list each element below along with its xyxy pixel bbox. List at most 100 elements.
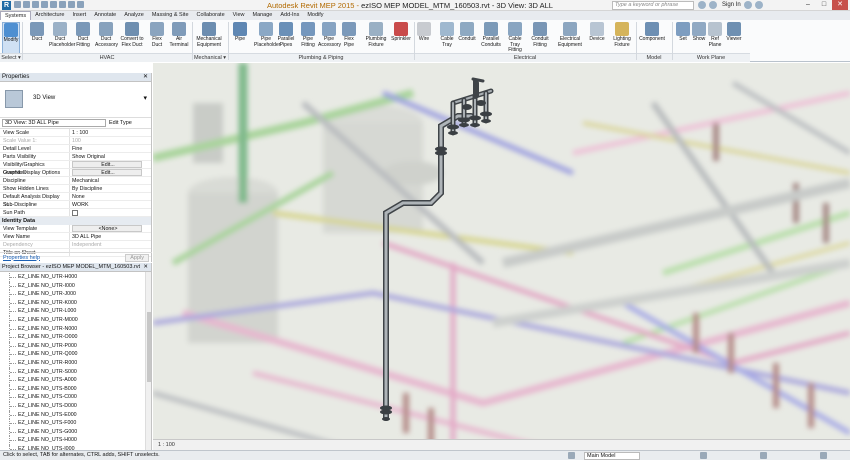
minimize-icon[interactable]: – <box>800 0 816 10</box>
duct-placeholder-button[interactable]: Duct Placeholder <box>49 22 75 48</box>
view-filter-dropdown[interactable]: 3D View: 3D ALL Pipe <box>2 119 106 127</box>
browser-tree-item[interactable]: EZ_LINE NO_UTR-N000 <box>0 324 145 334</box>
flex-pipe-button[interactable]: Flex Pipe <box>340 22 358 48</box>
property-value[interactable]: 3D ALL Pipe <box>70 233 140 240</box>
tab-manage[interactable]: Manage <box>248 11 276 20</box>
panel-label-electrical[interactable]: Electrical <box>414 53 636 62</box>
browser-tree-item[interactable]: EZ_LINE NO_UTS-G000 <box>0 427 145 437</box>
editing-request-icon[interactable] <box>700 452 707 459</box>
property-value[interactable]: Independent <box>70 241 140 248</box>
property-row[interactable]: Graphic Display Options Edit... <box>0 169 151 177</box>
tab-systems[interactable]: Systems <box>0 11 32 20</box>
browser-tree-item[interactable]: EZ_LINE NO_UTR-I000 <box>0 281 145 291</box>
panel-label-work-plane[interactable]: Work Plane <box>672 53 750 62</box>
exchange-icon[interactable] <box>743 1 752 9</box>
browser-tree-item[interactable]: EZ_LINE NO_UTR-H000 <box>0 273 145 282</box>
type-selector[interactable]: 3D View ▾ <box>0 82 151 118</box>
view-scale-label[interactable]: 1 : 100 <box>158 442 175 448</box>
pipe-fitting-button[interactable]: Pipe Fitting <box>297 22 319 48</box>
property-row[interactable]: Detail Level Fine <box>0 145 151 153</box>
apply-button[interactable]: Apply <box>125 253 149 262</box>
help-icon[interactable] <box>754 1 763 9</box>
identity-data-section[interactable]: Identity Data <box>0 217 151 225</box>
3d-viewport[interactable] <box>153 63 850 450</box>
pipe-button[interactable]: Pipe <box>230 22 250 43</box>
save-icon[interactable] <box>23 1 30 8</box>
tab-collaborate[interactable]: Collaborate <box>193 11 229 20</box>
browser-tree-item[interactable]: EZ_LINE NO_UTR-S000 <box>0 367 145 377</box>
panel-label-select[interactable]: Select ▾ <box>0 53 22 62</box>
browser-tree-item[interactable]: EZ_LINE NO_UTR-O000 <box>0 333 145 342</box>
scrollbar-thumb[interactable] <box>147 312 151 382</box>
property-row[interactable]: Discipline Mechanical <box>0 177 151 185</box>
3d-view-icon[interactable] <box>77 1 84 8</box>
tab-modify[interactable]: Modify <box>303 11 327 20</box>
conduit-button[interactable]: Conduit <box>457 22 477 43</box>
property-row[interactable]: Sun Path <box>0 209 151 217</box>
duct-button[interactable]: Duct <box>27 22 47 43</box>
property-row[interactable]: View Name 3D ALL Pipe <box>0 233 151 241</box>
pipe-accessory-button[interactable]: Pipe Accessory <box>318 22 341 48</box>
browser-tree-item[interactable]: EZ_LINE NO_UTR-L000 <box>0 307 145 316</box>
property-row[interactable]: View Template <None> <box>0 225 151 233</box>
property-row[interactable]: View Scale 1 : 100 <box>0 129 151 137</box>
panel-label-hvac[interactable]: HVAC <box>22 53 192 62</box>
edit-type-button[interactable]: Edit Type <box>109 120 132 126</box>
electrical-equipment-button[interactable]: Electrical Equipment <box>556 22 584 48</box>
browser-tree-item[interactable]: EZ_LINE NO_UTS-A000 <box>0 376 145 385</box>
sun-path-checkbox[interactable] <box>72 210 78 216</box>
plumbing-fixture-button[interactable]: Plumbing Fixture <box>364 22 388 48</box>
browser-tree-item[interactable]: EZ_LINE NO_UTS-H000 <box>0 436 145 445</box>
tab-massing-site[interactable]: Massing & Site <box>148 11 193 20</box>
panel-label-model[interactable]: Model <box>636 53 672 62</box>
ref-plane-button[interactable]: Ref Plane <box>707 22 723 48</box>
pipe-model-canvas[interactable] <box>153 63 850 450</box>
property-value[interactable]: WORK <box>70 201 140 208</box>
user-icon[interactable] <box>709 1 717 9</box>
browser-tree-item[interactable]: EZ_LINE NO_UTR-Q000 <box>0 350 145 359</box>
search-icon[interactable] <box>698 1 706 9</box>
redo-icon[interactable] <box>41 1 48 8</box>
text-icon[interactable] <box>68 1 75 8</box>
model-dropdown[interactable]: Main Model <box>584 452 640 460</box>
browser-tree-item[interactable]: EZ_LINE NO_UTR-K000 <box>0 298 145 308</box>
property-value[interactable]: 100 <box>70 137 140 144</box>
sprinkler-button[interactable]: Sprinkler <box>389 22 413 43</box>
property-value[interactable]: Mechanical <box>70 177 140 184</box>
pipe-placeholder-button[interactable]: Pipe Placeholder <box>254 22 280 48</box>
cable-tray-fitting-button[interactable]: Cable Tray Fitting <box>503 22 527 54</box>
property-value[interactable]: Fine <box>70 145 140 152</box>
lighting-fixture-button[interactable]: Lighting Fixture <box>610 22 634 48</box>
parallel-pipes-button[interactable]: Parallel Pipes <box>276 22 296 48</box>
close-icon[interactable]: ✕ <box>832 0 848 10</box>
measure-icon[interactable] <box>59 1 66 8</box>
flex-duct-button[interactable]: Flex Duct <box>149 22 165 48</box>
property-row[interactable]: Visibility/Graphics Overrides Edit... <box>0 161 151 176</box>
browser-scrollbar[interactable] <box>145 272 151 450</box>
conduit-fitting-button[interactable]: Conduit Fitting <box>528 22 552 48</box>
browser-tree-item[interactable]: EZ_LINE NO_UTS-E000 <box>0 410 145 420</box>
print-icon[interactable] <box>50 1 57 8</box>
worksets-icon[interactable] <box>568 452 575 459</box>
panel-label-plumbing-piping[interactable]: Plumbing & Piping <box>228 53 414 62</box>
maximize-icon[interactable]: □ <box>816 0 832 10</box>
wire-button[interactable]: Wire <box>416 22 432 43</box>
parallel-conduits-button[interactable]: Parallel Conduits <box>479 22 503 48</box>
sign-in-link[interactable]: Sign In <box>722 2 741 8</box>
tab-view[interactable]: View <box>229 11 249 20</box>
browser-tree-item[interactable]: EZ_LINE NO_UTS-B000 <box>0 384 145 394</box>
tab-insert[interactable]: Insert <box>68 11 90 20</box>
close-icon[interactable]: ✕ <box>143 73 148 82</box>
tab-annotate[interactable]: Annotate <box>90 11 120 20</box>
tab-architecture[interactable]: Architecture <box>31 11 68 20</box>
duct-fitting-button[interactable]: Duct Fitting <box>72 22 94 48</box>
viewer-button[interactable]: Viewer <box>725 22 743 43</box>
property-row[interactable]: Sub-Discipline WORK <box>0 201 151 209</box>
air-terminal-button[interactable]: Air Terminal <box>167 22 191 48</box>
convert-to-flex-duct-button[interactable]: Convert to Flex Duct <box>117 22 147 48</box>
browser-tree-item[interactable]: EZ_LINE NO_UTR-J000 <box>0 290 145 299</box>
property-row[interactable]: Show Hidden Lines By Discipline <box>0 185 151 193</box>
property-value[interactable]: By Discipline <box>70 185 140 192</box>
tab-add-ins[interactable]: Add-Ins <box>276 11 303 20</box>
show-button[interactable]: Show <box>692 22 706 43</box>
